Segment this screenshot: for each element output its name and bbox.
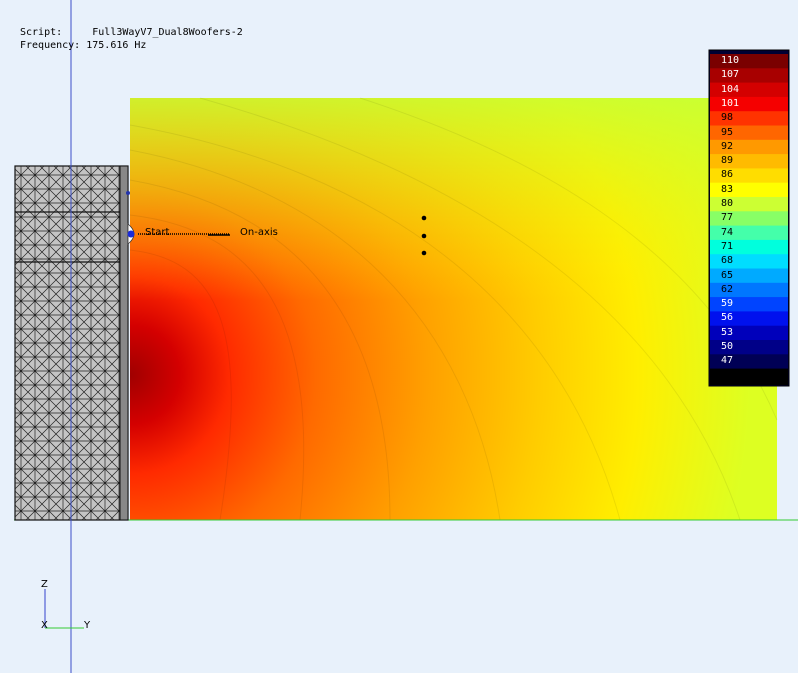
simulation-viewport[interactable] [0, 0, 798, 673]
legend-value: 53 [721, 326, 734, 338]
frequency-label: Frequency: [20, 40, 81, 51]
legend-value: 71 [721, 240, 734, 252]
legend-value: 101 [721, 97, 740, 109]
script-label: Script: [20, 27, 63, 38]
legend-value: 83 [721, 183, 734, 195]
legend-value: 107 [721, 69, 740, 81]
legend-value: 95 [721, 126, 734, 138]
y-axis-label: Y [84, 620, 91, 631]
x-axis-label: X [41, 620, 48, 631]
legend-value: 92 [721, 140, 734, 152]
field-point [421, 233, 427, 239]
legend-value: 77 [721, 212, 734, 224]
legend-value: 59 [721, 298, 734, 310]
z-axis-label: Z [41, 579, 48, 590]
axis-triad [44, 589, 84, 629]
legend-value: 89 [721, 155, 734, 167]
frequency-value: 175.616 Hz [86, 40, 147, 51]
legend-value: 74 [721, 226, 734, 238]
spl-legend: 110 107 104 101 98 95 92 89 86 83 80 77 74 71 68 65 62 59… [709, 50, 789, 386]
legend-value: 68 [721, 255, 734, 267]
legend-value: 65 [721, 269, 734, 281]
legend-value: 62 [721, 283, 734, 295]
legend-value: 86 [721, 169, 734, 181]
legend-value: 47 [721, 355, 734, 367]
legend-value: 104 [721, 83, 740, 95]
legend-value: 56 [721, 312, 734, 324]
frequency-info: Frequency: 175.616 Hz [20, 39, 146, 52]
script-info: Script: Full3WayV7_Dual8Woofers-2 [20, 26, 243, 39]
field-point [421, 250, 427, 256]
script-value: Full3WayV7_Dual8Woofers-2 [92, 27, 243, 38]
legend-value: 80 [721, 198, 734, 209]
probe-start-label: Start [145, 227, 170, 238]
legend-value: 50 [721, 341, 734, 352]
probe-end-label: On-axis [240, 227, 278, 238]
field-point [421, 215, 427, 221]
legend-value: 98 [721, 112, 734, 124]
legend-value: 110 [721, 55, 740, 66]
spl-field-top-gradient [130, 98, 777, 308]
